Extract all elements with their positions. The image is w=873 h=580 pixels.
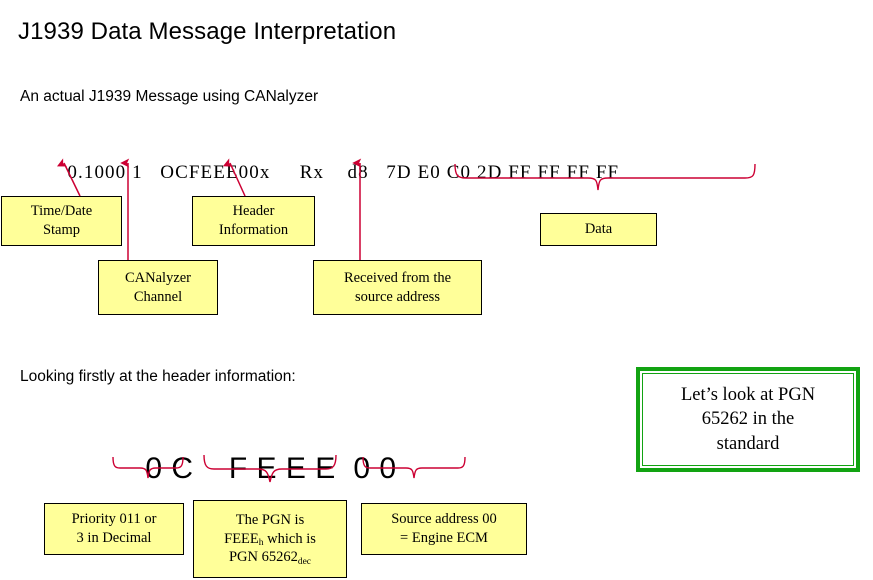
callout-source-address: Source address 00 = Engine ECM <box>361 503 527 555</box>
emphasis-line1: Let’s look at PGN <box>680 385 816 406</box>
callout-pgn-line2-tail: which is <box>263 530 316 547</box>
hex-priority-group: 0 C <box>145 452 194 485</box>
message-gap-2 <box>143 162 161 183</box>
callout-header-information: Header Information <box>192 196 315 246</box>
message-data-byte-2: C0 <box>446 162 472 183</box>
callout-pgn-hex-subscript: h <box>258 538 264 549</box>
message-data-byte-4: FF <box>508 162 532 183</box>
callout-pgn: The PGN is FEEEh which is PGN 65262dec <box>193 500 347 578</box>
callout-pgn-hex-value: FEEE <box>224 530 259 547</box>
header-lead-in-text: Looking firstly at the header informatio… <box>20 368 296 385</box>
callout-pgn-dec-value: PGN 65262 <box>228 549 298 566</box>
message-timestamp: 0.1000 <box>67 162 127 183</box>
message-data-byte-7: FF <box>595 162 620 183</box>
message-data-byte-5: FF <box>537 162 561 183</box>
message-identifier: OCFEEE00x <box>160 162 271 183</box>
callout-canalyzer-channel: CANalyzer Channel <box>98 260 218 315</box>
message-dlc: d8 <box>347 162 369 183</box>
callout-source-address-line1: Source address 00 <box>391 511 497 528</box>
emphasis-line3: standard <box>716 433 780 454</box>
callout-data: Data <box>540 213 657 246</box>
hex-pgn-group: F E E E <box>228 452 336 485</box>
message-direction: Rx <box>299 162 325 183</box>
callout-pgn-dec-subscript: dec <box>297 556 312 567</box>
message-data-byte-6: FF <box>566 162 590 183</box>
callout-time-date-stamp: Time/Date Stamp <box>1 196 122 246</box>
callout-time-date-line2: Stamp <box>42 222 81 238</box>
callout-header-info-line1: Header <box>232 203 275 220</box>
callout-priority: Priority 011 or 3 in Decimal <box>44 503 184 555</box>
callout-received-line2: source address <box>355 288 440 305</box>
page-title: J1939 Data Message Interpretation <box>18 18 397 45</box>
message-data-byte-1: E0 <box>417 162 441 183</box>
callout-source-address-line2: = Engine ECM <box>400 530 488 546</box>
message-data-byte-3: 2D <box>476 162 503 183</box>
callout-data-line1: Data <box>584 221 613 238</box>
callout-received-line1: Received from the <box>343 269 452 286</box>
emphasis-box-lets-look-at-pgn: Let’s look at PGN 65262 in the standard <box>636 367 860 472</box>
callout-priority-line2: 3 in Decimal <box>76 530 152 546</box>
message-channel: 1 <box>132 162 143 183</box>
message-gap-5 <box>369 162 387 183</box>
subtitle-text: An actual J1939 Message using CANalyzer <box>20 88 319 105</box>
message-gap-3 <box>270 162 299 183</box>
message-data-byte-0: 7D <box>386 162 412 183</box>
emphasis-line2: 65262 in the <box>701 409 795 430</box>
emphasis-box-inner-border: Let’s look at PGN 65262 in the standard <box>642 373 854 466</box>
slide-canvas: J1939 Data Message Interpretation An act… <box>0 0 873 580</box>
callout-canalyzer-line1: CANalyzer <box>124 269 192 286</box>
callout-time-date-line1: Time/Date <box>30 203 93 220</box>
callout-canalyzer-line2: Channel <box>133 288 183 305</box>
callout-pgn-line1: The PGN is <box>235 512 305 529</box>
callout-header-info-line2: Information <box>218 222 289 238</box>
message-gap-4 <box>324 162 347 183</box>
callout-pgn-line3: PGN 65262dec <box>198 548 342 567</box>
callout-priority-line1: Priority 011 or <box>71 511 157 528</box>
hex-source-group: 0 0 <box>353 452 397 485</box>
can-message-line: 0.1000 1 OCFEEE00x Rx d8 7D E0 C0 2D FF … <box>44 140 619 206</box>
callout-pgn-line2: FEEEh which is <box>198 530 342 549</box>
callout-received-source-address: Received from the source address <box>313 260 482 315</box>
